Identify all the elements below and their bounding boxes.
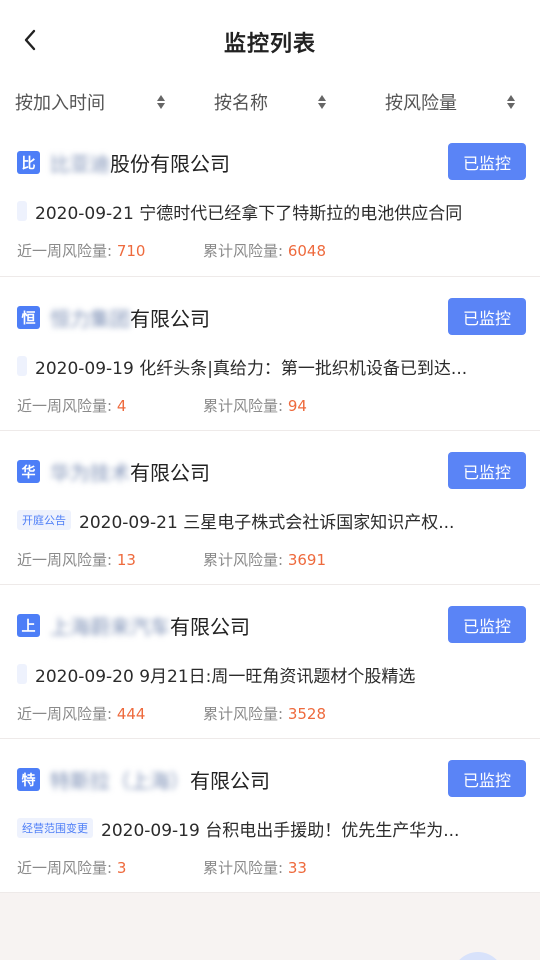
company-name-suffix: 有限公司 bbox=[130, 307, 210, 331]
news-tag bbox=[17, 664, 27, 684]
monitor-list: 比 比亚迪股份有限公司 已监控 2020-09-21 宁德时代已经拿下了特斯拉的… bbox=[0, 122, 540, 893]
sort-caret-icon bbox=[318, 95, 326, 109]
monitored-button[interactable]: 已监控 bbox=[448, 452, 526, 489]
company-name: 特斯拉（上海）有限公司 bbox=[50, 765, 270, 794]
sort-bar: 按加入时间 按名称 按风险量 bbox=[0, 82, 540, 122]
total-risk-label: 累计风险量: bbox=[203, 551, 284, 569]
company-name-suffix: 有限公司 bbox=[170, 615, 250, 639]
company-initial-badge: 华 bbox=[17, 460, 40, 483]
company-name-blurred: 比亚迪 bbox=[50, 152, 110, 176]
latest-news[interactable]: 开庭公告 2020-09-21 三星电子株式会社诉国家知识产权... bbox=[17, 507, 522, 533]
list-item[interactable]: 特 特斯拉（上海）有限公司 已监控 经营范围变更 2020-09-19 台积电出… bbox=[0, 739, 540, 893]
sort-by-name[interactable]: 按名称 bbox=[180, 82, 360, 122]
monitored-button[interactable]: 已监控 bbox=[448, 606, 526, 643]
total-risk-value: 3691 bbox=[287, 551, 327, 569]
list-item[interactable]: 比 比亚迪股份有限公司 已监控 2020-09-21 宁德时代已经拿下了特斯拉的… bbox=[0, 122, 540, 277]
week-risk-label: 近一周风险量: bbox=[17, 397, 113, 415]
news-tag: 开庭公告 bbox=[17, 510, 71, 530]
latest-news[interactable]: 2020-09-19 化纤头条|真给力：第一批织机设备已到达... bbox=[17, 353, 522, 379]
company-initial-badge: 恒 bbox=[17, 306, 40, 329]
company-name-blurred: 上海蔚来汽车 bbox=[50, 615, 170, 639]
week-risk-value: 4 bbox=[116, 397, 127, 415]
news-text: 2020-09-19 化纤头条|真给力：第一批织机设备已到达... bbox=[35, 358, 468, 379]
sort-label: 按风险量 bbox=[385, 93, 457, 114]
company-name: 华为技术有限公司 bbox=[50, 457, 210, 486]
page-title: 监控列表 bbox=[223, 32, 316, 57]
latest-news[interactable]: 2020-09-21 宁德时代已经拿下了特斯拉的电池供应合同 bbox=[17, 198, 522, 224]
company-name-blurred: 恒力集团 bbox=[50, 307, 130, 331]
company-initial-badge: 比 bbox=[17, 151, 40, 174]
company-name: 恒力集团有限公司 bbox=[50, 303, 210, 332]
latest-news[interactable]: 2020-09-20 9月21日:周一旺角资讯题材个股精选 bbox=[17, 661, 522, 687]
sort-by-time[interactable]: 按加入时间 bbox=[0, 82, 180, 122]
total-risk-label: 累计风险量: bbox=[203, 859, 284, 877]
total-risk-label: 累计风险量: bbox=[203, 242, 284, 260]
risk-stats: 近一周风险量: 444 累计风险量: 3528 bbox=[17, 703, 326, 724]
news-tag bbox=[17, 201, 27, 221]
top-bar: 监控列表 bbox=[0, 0, 540, 82]
week-risk-label: 近一周风险量: bbox=[17, 705, 113, 723]
total-risk-value: 33 bbox=[287, 859, 307, 877]
company-name: 比亚迪股份有限公司 bbox=[50, 148, 230, 177]
risk-stats: 近一周风险量: 13 累计风险量: 3691 bbox=[17, 549, 326, 570]
risk-stats: 近一周风险量: 4 累计风险量: 94 bbox=[17, 395, 307, 416]
news-text: 2020-09-19 台积电出手援助！优先生产华为... bbox=[101, 820, 460, 841]
total-risk-value: 6048 bbox=[287, 242, 327, 260]
week-risk-value: 710 bbox=[116, 242, 146, 260]
news-text: 2020-09-21 三星电子株式会社诉国家知识产权... bbox=[79, 512, 455, 533]
total-risk-value: 3528 bbox=[287, 705, 327, 723]
list-item[interactable]: 恒 恒力集团有限公司 已监控 2020-09-19 化纤头条|真给力：第一批织机… bbox=[0, 277, 540, 431]
risk-stats: 近一周风险量: 710 累计风险量: 6048 bbox=[17, 240, 326, 261]
sort-caret-icon bbox=[157, 95, 165, 109]
sort-by-risk[interactable]: 按风险量 bbox=[360, 82, 540, 122]
week-risk-label: 近一周风险量: bbox=[17, 859, 113, 877]
sort-label: 按名称 bbox=[214, 93, 268, 114]
company-name-blurred: 特斯拉（上海） bbox=[50, 769, 190, 793]
monitored-button[interactable]: 已监控 bbox=[448, 298, 526, 335]
week-risk-label: 近一周风险量: bbox=[17, 551, 113, 569]
company-name-suffix: 有限公司 bbox=[130, 461, 210, 485]
total-risk-value: 94 bbox=[287, 397, 307, 415]
floating-action-button[interactable] bbox=[452, 952, 504, 960]
news-tag: 经营范围变更 bbox=[17, 818, 93, 838]
list-item[interactable]: 上 上海蔚来汽车有限公司 已监控 2020-09-20 9月21日:周一旺角资讯… bbox=[0, 585, 540, 739]
week-risk-value: 13 bbox=[116, 551, 136, 569]
latest-news[interactable]: 经营范围变更 2020-09-19 台积电出手援助！优先生产华为... bbox=[17, 815, 522, 841]
total-risk-label: 累计风险量: bbox=[203, 397, 284, 415]
monitored-button[interactable]: 已监控 bbox=[448, 143, 526, 180]
total-risk-label: 累计风险量: bbox=[203, 705, 284, 723]
sort-label: 按加入时间 bbox=[15, 93, 105, 114]
sort-caret-icon bbox=[507, 95, 515, 109]
company-name-suffix: 股份有限公司 bbox=[110, 152, 230, 176]
week-risk-label: 近一周风险量: bbox=[17, 242, 113, 260]
company-initial-badge: 上 bbox=[17, 614, 40, 637]
company-name-blurred: 华为技术 bbox=[50, 461, 130, 485]
risk-stats: 近一周风险量: 3 累计风险量: 33 bbox=[17, 857, 307, 878]
company-name: 上海蔚来汽车有限公司 bbox=[50, 611, 250, 640]
news-text: 2020-09-20 9月21日:周一旺角资讯题材个股精选 bbox=[35, 666, 416, 687]
list-item[interactable]: 华 华为技术有限公司 已监控 开庭公告 2020-09-21 三星电子株式会社诉… bbox=[0, 431, 540, 585]
news-text: 2020-09-21 宁德时代已经拿下了特斯拉的电池供应合同 bbox=[35, 203, 463, 224]
monitored-button[interactable]: 已监控 bbox=[448, 760, 526, 797]
company-initial-badge: 特 bbox=[17, 768, 40, 791]
week-risk-value: 444 bbox=[116, 705, 146, 723]
company-name-suffix: 有限公司 bbox=[190, 769, 270, 793]
week-risk-value: 3 bbox=[116, 859, 127, 877]
news-tag bbox=[17, 356, 27, 376]
